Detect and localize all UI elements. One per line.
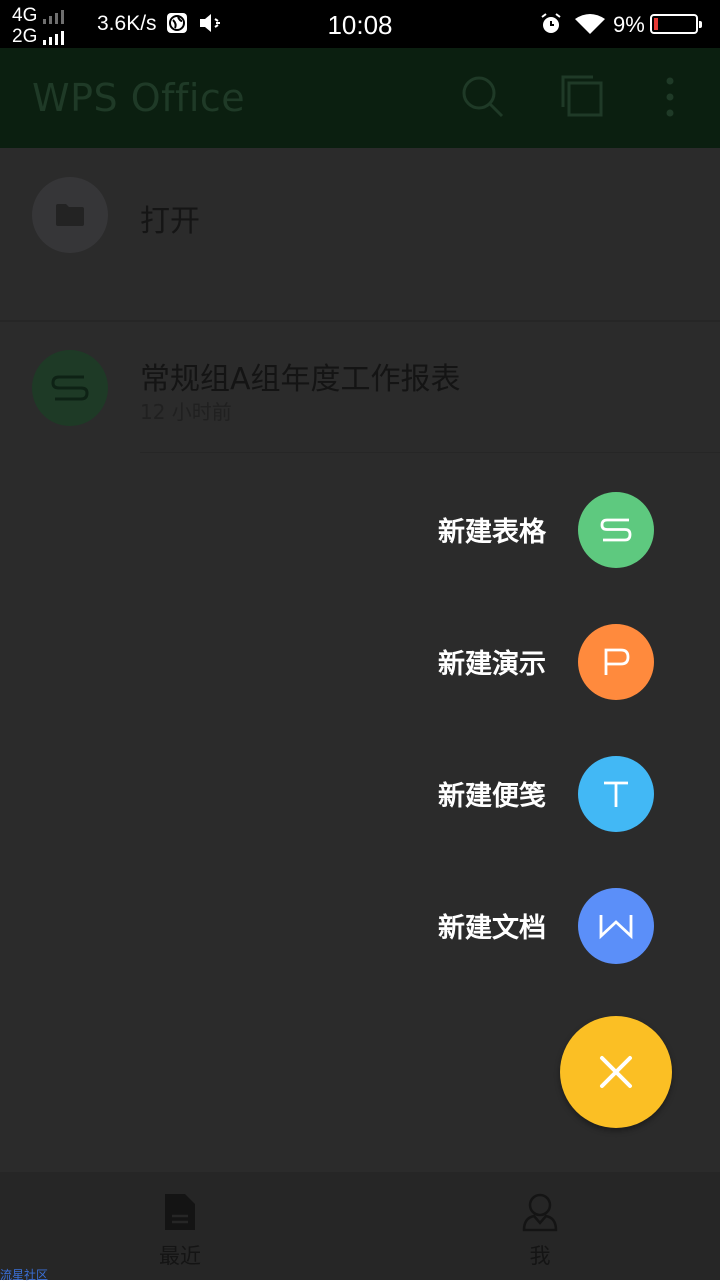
new-note-item[interactable]: 新建便笺 (0, 756, 720, 832)
open-label: 打开 (140, 204, 200, 239)
nav-me-label: 我 (529, 1244, 551, 1268)
search-icon[interactable] (460, 74, 506, 124)
status-time: 10:08 (327, 10, 393, 40)
new-presentation-button[interactable] (578, 624, 654, 700)
battery-icon (650, 14, 702, 34)
close-fab-button[interactable] (560, 1016, 672, 1128)
new-note-label: 新建便笺 (438, 781, 546, 812)
app-bar: WPS Office (0, 48, 720, 148)
folder-icon-circle (32, 177, 108, 253)
s-icon (600, 518, 632, 542)
spreadsheet-s-icon (32, 350, 108, 426)
alarm-icon (539, 12, 563, 41)
w-icon (599, 915, 633, 940)
p-icon (604, 648, 630, 675)
open-file-row[interactable]: 打开 (0, 148, 720, 280)
nav-recent-label: 最近 (159, 1244, 201, 1268)
new-spreadsheet-button[interactable] (578, 492, 654, 568)
status-bar: 4G 2G 3.6K/s 10:08 9% (0, 0, 720, 48)
bottom-nav: 最近 我 (0, 1172, 720, 1280)
app-title: WPS Office (32, 76, 246, 120)
new-document-button[interactable] (578, 888, 654, 964)
t-icon (604, 781, 628, 807)
new-spreadsheet-item[interactable]: 新建表格 (0, 492, 720, 568)
battery-percent: 9% (613, 12, 645, 37)
folder-icon (56, 204, 84, 226)
document-icon (165, 1194, 195, 1230)
list-item[interactable]: 常规组A组年度工作报表 12 小时前 (0, 324, 720, 453)
section-divider (0, 320, 720, 322)
watermark: 流星社区 (0, 1268, 49, 1282)
new-document-label: 新建文档 (438, 913, 546, 944)
row-divider (140, 452, 720, 453)
more-vertical-icon[interactable] (660, 74, 680, 124)
person-icon (522, 1193, 558, 1232)
multi-window-icon[interactable] (560, 74, 606, 124)
new-presentation-label: 新建演示 (438, 649, 546, 680)
file-time: 12 小时前 (140, 400, 232, 424)
new-document-item[interactable]: 新建文档 (0, 888, 720, 964)
close-icon (600, 1056, 632, 1088)
wifi-icon (574, 13, 606, 40)
new-spreadsheet-label: 新建表格 (438, 517, 546, 548)
new-presentation-item[interactable]: 新建演示 (0, 624, 720, 700)
new-note-button[interactable] (578, 756, 654, 832)
nav-me[interactable]: 我 (460, 1192, 620, 1270)
file-name: 常规组A组年度工作报表 (140, 362, 461, 397)
battery-level (654, 18, 658, 30)
nav-recent[interactable]: 最近 (100, 1192, 260, 1270)
